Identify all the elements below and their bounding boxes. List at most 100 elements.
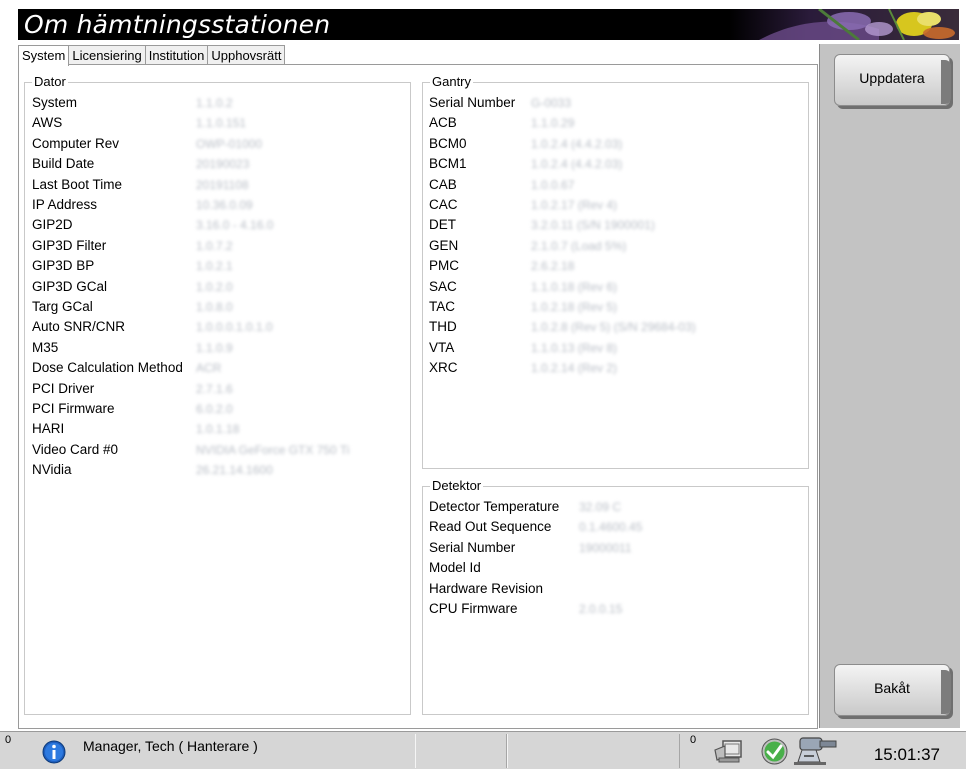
tab-institution[interactable]: Institution [144, 45, 209, 65]
gantry-row-label: SAC [429, 278, 457, 294]
dator-row-value: 1.1.0.9 [196, 340, 233, 355]
tab-strip: System Licensiering Institution Upphovsr… [18, 45, 286, 66]
dator-row-value: 20190023 [196, 157, 250, 172]
dator-row-label: System [32, 95, 78, 110]
dator-row-value: 1.1.0.2 [196, 96, 233, 110]
detektor-row-value: 19000011 [579, 540, 632, 555]
app-window: Om hämtningsstationen System Licensierin… [0, 0, 966, 769]
gantry-row-label: BCM1 [429, 156, 467, 172]
gantry-row-value: G-0033 [531, 96, 572, 110]
gantry-row-label: THD [429, 319, 457, 335]
ok-check-icon[interactable] [761, 738, 788, 765]
dator-row-label: IP Address [32, 197, 98, 212]
detektor-row-value: 0.1.4600.45 [579, 520, 643, 535]
status-bar: 0 Manager, Tech ( Hanterare ) 0 15:01:37 [0, 731, 966, 769]
dator-row-label: GIP3D GCal [32, 278, 108, 294]
gantry-row-label: CAB [429, 176, 457, 192]
gantry-row-label: PMC [429, 258, 459, 274]
update-button-label: Uppdatera [859, 70, 925, 86]
dator-row-value: 1.0.7.2 [196, 238, 233, 253]
gantry-row-value: 1.0.0.67 [531, 177, 575, 192]
dator-row-label: Computer Rev [32, 135, 120, 151]
tube-icon[interactable] [790, 734, 842, 766]
back-button-label: Bakåt [874, 680, 910, 696]
back-button[interactable]: Bakåt [834, 664, 951, 716]
dator-row-label: Targ GCal [32, 299, 93, 314]
button-bevel [941, 60, 951, 104]
gantry-group: Gantry Serial Number G-0033 ACB 1.1.0.29 BCM… [422, 75, 809, 469]
gantry-row-label: TAC [429, 299, 455, 314]
dator-row-label: PCI Firmware [32, 401, 115, 416]
update-button[interactable]: Uppdatera [834, 54, 951, 106]
dator-row-label: Build Date [32, 156, 95, 172]
dator-row-label: Last Boot Time [32, 176, 123, 192]
current-user[interactable]: Manager, Tech ( Hanterare ) [83, 738, 258, 754]
detektor-row-label: Serial Number [429, 539, 516, 555]
gantry-row-label: DET [429, 217, 456, 233]
tab-copyright[interactable]: Upphovsrätt [207, 45, 286, 65]
gantry-row-value: 1.1.0.29 [531, 116, 575, 131]
detektor-row-value: 2.0.0.15 [579, 602, 623, 616]
status-segment [415, 734, 507, 768]
gantry-row-value: 1.0.2.4 (4.4.2.03) [531, 136, 623, 151]
gantry-row-label: GEN [429, 237, 459, 253]
gantry-row-label: VTA [429, 339, 455, 355]
gantry-heading: Gantry [430, 74, 474, 89]
dator-row-value: 26.21.14.1600 [196, 463, 273, 478]
gantry-row-value: 2.6.2.18 [531, 259, 575, 274]
dator-row-label: HARI [32, 421, 65, 437]
dator-row-label: NVidia [32, 462, 72, 478]
dator-row-value: OWP-01000 [196, 136, 263, 151]
gantry-row-value: 1.1.0.18 (Rev 6) [531, 279, 618, 294]
dator-row-label: Video Card #0 [32, 441, 119, 457]
dator-row-value: 1.0.1.18 [196, 422, 240, 437]
dator-row-label: PCI Driver [32, 380, 95, 396]
dator-row-value: 20191108 [196, 177, 249, 192]
dator-heading: Dator [32, 74, 68, 89]
gantry-row-value: 2.1.0.7 (Load 5%) [531, 238, 627, 253]
dator-row-value: 1.0.8.0 [196, 300, 233, 314]
window-title: Om hämtningsstationen [24, 10, 331, 39]
dator-group: Dator System 1.1.0.2 AWS 1.1.0.151 Computer … [24, 75, 411, 715]
gantry-row-value: 3.2.0.11 (S/N 1900001) [531, 218, 655, 233]
dator-row-value: 1.0.0.0.1.0.1.0 [196, 320, 273, 335]
title-bar: Om hämtningsstationen [18, 9, 959, 40]
dator-row-label: AWS [32, 115, 63, 131]
detektor-row-label: Detector Temperature [429, 499, 560, 514]
dator-row-label: GIP2D [32, 217, 73, 233]
dator-row-value: NVIDIA GeForce GTX 750 Ti [196, 442, 350, 457]
dator-row-value: 1.1.0.151 [196, 116, 247, 131]
gantry-row-label: XRC [429, 360, 458, 376]
flower-banner-image [729, 9, 959, 40]
gantry-row-value: 1.1.0.13 (Rev 8) [531, 340, 618, 355]
queue-count: 0 [690, 734, 697, 746]
gantry-row-value: 1.0.2.8 (Rev 5) (S/N 29684-03) [531, 320, 696, 335]
gantry-row-label: ACB [429, 115, 457, 131]
info-icon[interactable] [42, 740, 66, 764]
tab-system[interactable]: System [18, 45, 70, 66]
dator-row-label: GIP3D BP [32, 258, 95, 274]
detektor-row-label: Model Id [429, 560, 481, 576]
dator-row-value: 6.0.2.0 [196, 402, 233, 416]
alert-count: 0 [5, 734, 12, 746]
dator-row-label: M35 [32, 339, 59, 355]
detektor-row-label: Read Out Sequence [429, 519, 552, 535]
gantry-row-value: 1.0.2.17 (Rev 4) [531, 198, 618, 212]
dator-row-label: GIP3D Filter [32, 237, 107, 253]
dator-row-label: Auto SNR/CNR [32, 319, 126, 335]
dator-row-value: 3.16.0 - 4.16.0 [196, 218, 274, 233]
dator-row-value: 2.7.1.6 [196, 381, 233, 396]
main-panel: System Licensiering Institution Upphovsr… [18, 44, 818, 729]
detektor-group: Detektor Detector Temperature 32.09 C Read… [422, 479, 809, 715]
gantry-row-label: BCM0 [429, 135, 467, 151]
tab-content: Dator System 1.1.0.2 AWS 1.1.0.151 Computer … [18, 64, 818, 729]
gantry-row-value: 1.0.2.4 (4.4.2.03) [531, 157, 623, 172]
media-icon[interactable] [709, 738, 747, 764]
status-segment [507, 734, 680, 768]
detektor-heading: Detektor [430, 478, 484, 493]
tab-licensing[interactable]: Licensiering [68, 45, 146, 65]
gantry-row-value: 1.0.2.14 (Rev 2) [531, 361, 618, 376]
dator-row-value: ACR [196, 361, 222, 376]
dator-row-value: 1.0.2.0 [196, 279, 233, 294]
dator-row-value: 10.36.0.09 [196, 198, 253, 212]
